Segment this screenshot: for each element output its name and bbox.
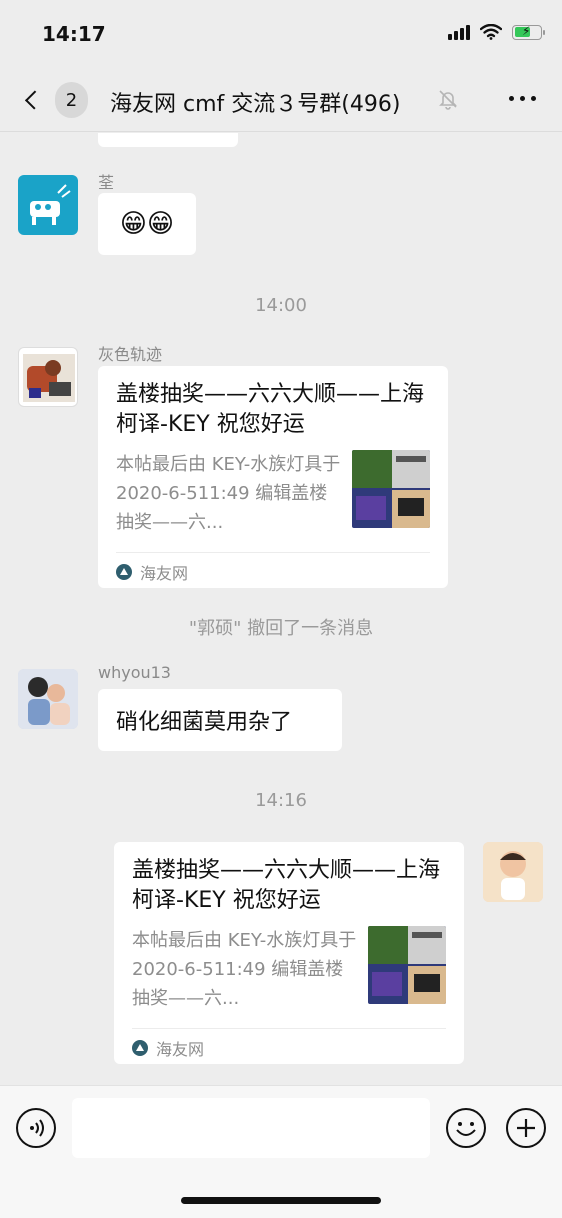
- ellipsis-icon: [509, 96, 514, 101]
- link-source-name: 海友网: [140, 564, 189, 583]
- voice-button[interactable]: [16, 1108, 56, 1148]
- wifi-icon: [480, 24, 502, 40]
- plus-icon: [517, 1119, 535, 1137]
- link-thumbnail: [352, 450, 430, 528]
- avatar[interactable]: [18, 347, 78, 407]
- link-card[interactable]: 盖楼抽奖——六六大顺——上海柯译-KEY 祝您好运 本帖最后由 KEY-水族灯具…: [98, 366, 448, 588]
- battery-icon: ⚡: [512, 24, 545, 40]
- status-time: 14:17: [42, 22, 106, 46]
- message-bubble[interactable]: 😁😁: [98, 193, 196, 255]
- link-card[interactable]: 盖楼抽奖——六六大顺——上海柯译-KEY 祝您好运 本帖最后由 KEY-水族灯具…: [114, 842, 464, 1064]
- link-source: 海友网: [132, 1036, 204, 1060]
- bell-slash-icon: [439, 90, 457, 110]
- my-avatar[interactable]: [483, 842, 543, 902]
- home-indicator: [181, 1197, 381, 1204]
- link-description: 本帖最后由 KEY-水族灯具于 2020-6-511:49 编辑盖楼抽奖——六.…: [116, 454, 341, 533]
- chevron-left-icon: [24, 90, 45, 110]
- link-description: 本帖最后由 KEY-水族灯具于 2020-6-511:49 编辑盖楼抽奖——六.…: [132, 930, 357, 1009]
- timestamp: 14:16: [255, 790, 307, 811]
- message-text: 硝化细菌莫用杂了: [116, 710, 293, 735]
- signal-icon: [448, 24, 470, 40]
- link-thumbnail: [368, 926, 446, 1004]
- recall-notice: "郭硕" 撤回了一条消息: [188, 618, 374, 639]
- more-functions-button[interactable]: [506, 1108, 546, 1148]
- divider: [132, 1028, 446, 1029]
- link-source: 海友网: [116, 560, 188, 584]
- timestamp: 14:00: [255, 295, 307, 316]
- message-bubble-partial: [98, 133, 238, 147]
- smiley-icon: [456, 1122, 476, 1136]
- voice-icon: [30, 1119, 44, 1137]
- avatar[interactable]: [18, 175, 78, 235]
- sender-name: 灰色轨迹: [98, 345, 163, 364]
- link-title: 盖楼抽奖——六六大顺——上海柯译-KEY 祝您好运: [116, 382, 425, 437]
- avatar[interactable]: [18, 669, 78, 729]
- site-logo-icon: [116, 564, 132, 580]
- status-bar: 14:17 ⚡: [0, 0, 562, 68]
- status-icons: ⚡: [448, 24, 545, 40]
- message-bubble[interactable]: 硝化细菌莫用杂了: [98, 689, 342, 751]
- sender-name: 荃: [98, 173, 115, 192]
- link-title: 盖楼抽奖——六六大顺——上海柯译-KEY 祝您好运: [132, 858, 441, 913]
- message-text: 😁😁: [119, 209, 175, 239]
- emoji-button[interactable]: [446, 1108, 486, 1148]
- message-list[interactable]: 荃 😁😁 14:00 灰色轨迹 盖楼抽奖——六六大顺——上海柯译-KEY 祝您好…: [0, 133, 562, 1085]
- unread-badge: 2: [55, 82, 88, 118]
- back-button[interactable]: 2: [22, 82, 88, 118]
- chat-header: 2 海友网 cmf 交流３号群(496): [0, 68, 562, 132]
- site-logo-icon: [132, 1040, 148, 1056]
- link-source-name: 海友网: [156, 1040, 205, 1059]
- more-button[interactable]: [509, 96, 536, 101]
- divider: [116, 552, 430, 553]
- sender-name: whyou13: [98, 663, 171, 682]
- message-input[interactable]: [72, 1098, 430, 1158]
- chat-title: 海友网 cmf 交流３号群(496): [110, 92, 401, 117]
